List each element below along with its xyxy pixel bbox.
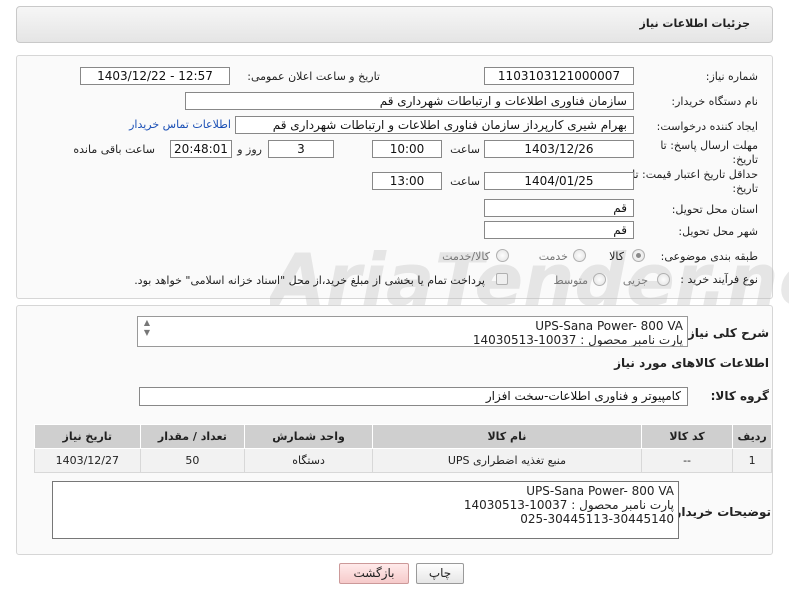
summary-textarea[interactable]: UPS-Sana Power- 800 VA پارت نامبر محصول … bbox=[137, 316, 688, 347]
price-time-label: ساعت bbox=[450, 175, 480, 188]
buyer-contact-link[interactable]: اطلاعات تماس خریدار bbox=[129, 118, 231, 131]
buyer-notes-line-1: UPS-Sana Power- 800 VA bbox=[526, 484, 674, 498]
category-radio-goods[interactable] bbox=[632, 249, 645, 262]
province-label: استان محل تحویل: bbox=[671, 203, 758, 216]
page-title: جزئیات اطلاعات نیاز bbox=[639, 17, 751, 30]
category-option-goods: کالا bbox=[609, 250, 624, 263]
col-qty: تعداد / مقدار bbox=[139, 424, 246, 449]
announce-field: 1403/12/22 - 12:57 bbox=[80, 67, 230, 85]
need-number-label: شماره نیاز: bbox=[705, 70, 758, 83]
category-option-goods-service: کالا/خدمت bbox=[442, 250, 490, 263]
process-radio-minor[interactable] bbox=[657, 273, 670, 286]
summary-line-1: UPS-Sana Power- 800 VA bbox=[535, 319, 683, 333]
col-date: تاریخ نیاز bbox=[34, 424, 141, 449]
cell-qty: 50 bbox=[139, 448, 246, 473]
creator-field: بهرام شیری کارپرداز سازمان فناوری اطلاعا… bbox=[235, 116, 634, 134]
province-field: قم bbox=[484, 199, 634, 217]
category-radio-goods-service[interactable] bbox=[496, 249, 509, 262]
header-panel: جزئیات اطلاعات نیاز bbox=[16, 6, 773, 43]
goods-info-heading: اطلاعات کالاهای مورد نیاز bbox=[614, 356, 769, 370]
payment-note: پرداخت تمام یا بخشی از مبلغ خرید،از محل … bbox=[134, 274, 485, 287]
col-code: کد کالا bbox=[640, 424, 734, 449]
cell-code: -- bbox=[640, 448, 734, 473]
summary-label: شرح کلی نیاز: bbox=[683, 326, 769, 340]
summary-line-2: پارت نامبر محصول : 10037-14030513 bbox=[472, 333, 683, 347]
goods-table: ردیف کد کالا نام کالا واحد شمارش تعداد /… bbox=[34, 424, 772, 473]
col-row: ردیف bbox=[732, 424, 772, 449]
buyer-notes-textarea[interactable]: UPS-Sana Power- 800 VA پارت نامبر محصول … bbox=[52, 481, 679, 539]
reply-time-field: 10:00 bbox=[372, 140, 442, 158]
col-unit: واحد شمارش bbox=[244, 424, 373, 449]
city-field: قم bbox=[484, 221, 634, 239]
category-radio-service[interactable] bbox=[573, 249, 586, 262]
process-label: نوع فرآیند خرید : bbox=[680, 273, 758, 286]
price-date-field: 1404/01/25 bbox=[484, 172, 634, 190]
buyer-org-field: سازمان فناوری اطلاعات و ارتباطات شهرداری… bbox=[185, 92, 634, 110]
cell-row: 1 bbox=[732, 448, 772, 473]
treasury-checkbox[interactable] bbox=[496, 273, 508, 285]
remaining-time-field: 20:48:01 bbox=[170, 140, 232, 158]
textarea-scroll-arrows[interactable]: ▲ ▼ bbox=[141, 318, 153, 344]
buyer-notes-label: توضیحات خریدار: bbox=[669, 505, 771, 519]
group-field: کامپیوتر و فناوری اطلاعات-سخت افزار bbox=[139, 387, 688, 406]
cell-date: 1403/12/27 bbox=[34, 448, 141, 473]
print-button[interactable]: چاپ bbox=[416, 563, 464, 584]
creator-label: ایجاد کننده درخواست: bbox=[656, 120, 758, 133]
remaining-label: ساعت باقی مانده bbox=[73, 143, 155, 156]
reply-time-label: ساعت bbox=[450, 143, 480, 156]
buyer-notes-line-3: 025-30445113-30445140 bbox=[520, 512, 674, 526]
col-name: نام کالا bbox=[371, 424, 642, 449]
price-time-field: 13:00 bbox=[372, 172, 442, 190]
price-validity-label: حداقل تاریخ اعتبار قیمت: تا تاریخ: bbox=[632, 168, 758, 195]
category-option-service: خدمت bbox=[538, 250, 568, 263]
table-row: 1 -- منبع تغذیه اضطراری UPS دستگاه 50 14… bbox=[34, 448, 772, 473]
process-option-minor: جزیی bbox=[622, 274, 648, 287]
cell-name: منبع تغذیه اضطراری UPS bbox=[371, 448, 642, 473]
reply-deadline-label: مهلت ارسال پاسخ: تا تاریخ: bbox=[660, 139, 758, 166]
category-label: طبقه بندی موضوعی: bbox=[660, 250, 758, 263]
group-label: گروه کالا: bbox=[710, 389, 769, 403]
days-field: 3 bbox=[268, 140, 334, 158]
announce-label: تاریخ و ساعت اعلان عمومی: bbox=[247, 70, 380, 83]
reply-date-field: 1403/12/26 bbox=[484, 140, 634, 158]
days-and-label: روز و bbox=[237, 143, 262, 156]
buyer-org-label: نام دستگاه خریدار: bbox=[671, 95, 758, 108]
back-button[interactable]: بازگشت bbox=[339, 563, 409, 584]
buyer-notes-line-2: پارت نامبر محصول : 10037-14030513 bbox=[463, 498, 674, 512]
need-number-field: 1103103121000007 bbox=[484, 67, 634, 85]
process-option-medium: متوسط bbox=[553, 274, 588, 287]
process-radio-medium[interactable] bbox=[593, 273, 606, 286]
cell-unit: دستگاه bbox=[244, 448, 373, 473]
city-label: شهر محل تحویل: bbox=[678, 225, 758, 238]
